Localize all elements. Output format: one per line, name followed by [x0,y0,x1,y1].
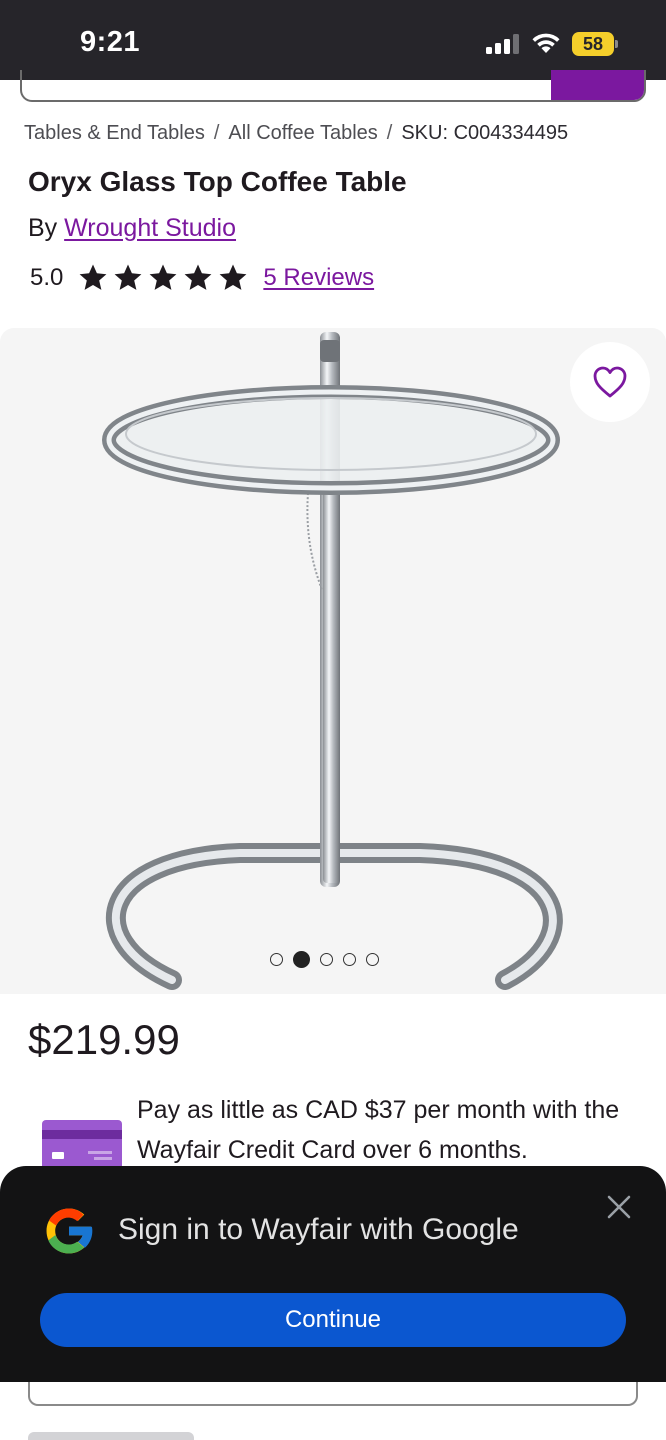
search-button[interactable] [551,70,644,100]
reviews-link[interactable]: 5 Reviews [263,264,374,292]
product-image[interactable] [0,328,666,994]
product-title: Oryx Glass Top Coffee Table [28,166,407,197]
carousel-dot[interactable] [366,952,379,966]
status-bar: 9:21 58 [0,0,666,80]
close-sheet-button[interactable] [602,1190,636,1224]
star-icon [184,264,212,290]
breadcrumb: Tables & End Tables / All Coffee Tables … [24,122,568,145]
carousel-dot[interactable] [293,950,310,968]
google-sign-in-title: Sign in to Wayfair with Google [118,1213,519,1246]
star-rating [77,262,249,294]
product-price: $219.99 [28,1016,180,1063]
carousel-dot[interactable] [270,952,283,966]
product-photo [102,332,563,990]
breadcrumb-separator: / [213,122,220,144]
google-logo [46,1208,93,1254]
status-time: 9:21 [80,26,141,58]
star-icon [149,264,177,290]
battery-level: 58 [572,32,614,56]
cellular-signal-icon [486,34,520,54]
star-icon [114,264,142,290]
breadcrumb-item-tables-end-tables[interactable]: Tables & End Tables [24,122,205,145]
breadcrumb-separator: / [386,122,393,144]
wifi-icon [532,33,560,53]
bottom-placeholder-bar [28,1432,194,1440]
carousel-dot[interactable] [320,952,333,966]
financing-message: Pay as little as CAD $37 per month with … [137,1096,620,1164]
star-icon [79,264,107,290]
heart-outline-icon [593,366,627,398]
sku-label: SKU: C004334495 [401,122,569,144]
favorite-button[interactable] [570,342,650,422]
by-prefix: By [28,214,58,242]
google-sign-in-sheet [0,1166,666,1382]
breadcrumb-item-all-coffee-tables[interactable]: All Coffee Tables [228,122,377,145]
brand-link[interactable]: Wrought Studio [64,214,236,242]
rating-value: 5.0 [30,264,64,291]
credit-card-icon [42,1120,122,1170]
brand-byline: By Wrought Studio [28,214,236,243]
star-icon [219,264,247,290]
continue-with-google-button[interactable]: Continue [40,1293,626,1347]
battery-icon: 58 [572,32,618,56]
rating-row: 5.0 5 Reviews [30,261,374,295]
close-icon [607,1195,631,1219]
image-carousel-dots [270,950,379,968]
search-bar[interactable] [20,70,646,102]
carousel-dot[interactable] [343,952,356,966]
